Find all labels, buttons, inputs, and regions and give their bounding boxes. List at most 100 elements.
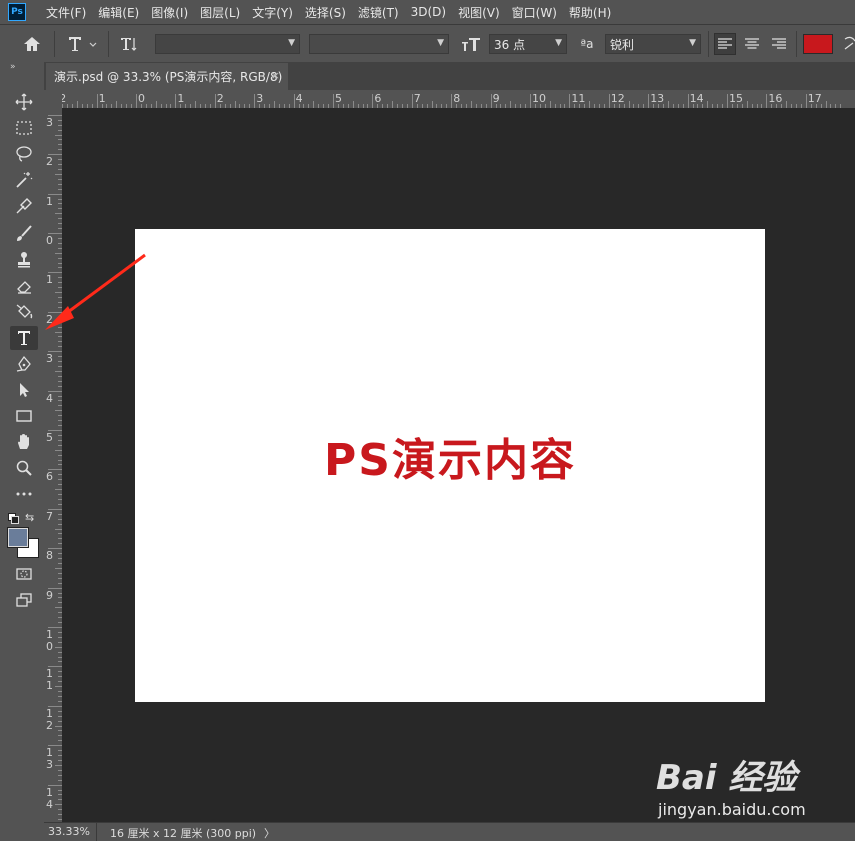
document-tab-bar: 演示.psd @ 33.3% (PS演示内容, RGB/8) × bbox=[44, 62, 855, 90]
ruler-label: 6 bbox=[46, 470, 53, 484]
ruler-tick bbox=[530, 94, 531, 108]
ruler-minor-tick bbox=[55, 804, 62, 806]
antialias-select[interactable]: 锐利 ▼ bbox=[605, 34, 701, 54]
marquee-icon[interactable] bbox=[10, 116, 38, 140]
ruler-minor-tick bbox=[628, 101, 630, 108]
ruler-label: 3 bbox=[256, 92, 264, 105]
chevron-down-icon: ▼ bbox=[555, 38, 562, 48]
ruler-minor-tick bbox=[55, 607, 62, 609]
screen-mode-icon[interactable] bbox=[10, 588, 38, 612]
ruler-label: 16 bbox=[768, 92, 783, 105]
eyedropper-icon[interactable] bbox=[10, 194, 38, 218]
menu-layer[interactable]: 图层(L) bbox=[194, 4, 246, 21]
text-orientation-icon[interactable] bbox=[116, 33, 142, 55]
ruler-label: 1 3 bbox=[46, 746, 53, 772]
ruler-tick bbox=[254, 94, 256, 108]
ruler-label: 5 bbox=[335, 92, 342, 105]
close-icon[interactable]: × bbox=[271, 69, 280, 82]
menu-image[interactable]: 图像(I) bbox=[145, 4, 194, 21]
ruler-minor-tick bbox=[707, 101, 709, 108]
swap-colors-icon[interactable]: ⇆ bbox=[25, 511, 34, 524]
brush-icon[interactable] bbox=[10, 222, 38, 246]
text-color-swatch[interactable] bbox=[803, 34, 833, 54]
warp-text-icon[interactable] bbox=[842, 33, 855, 55]
align-left-icon[interactable] bbox=[714, 33, 736, 55]
collapse-panel-icon[interactable]: » bbox=[10, 62, 16, 72]
ruler-tick bbox=[136, 94, 137, 108]
menu-view[interactable]: 视图(V) bbox=[452, 4, 506, 21]
type-tool-preset-icon[interactable] bbox=[64, 33, 102, 55]
type-icon[interactable] bbox=[10, 326, 38, 350]
font-style-select[interactable]: ▼ bbox=[309, 34, 449, 54]
pen-icon[interactable] bbox=[10, 352, 38, 376]
menu-file[interactable]: 文件(F) bbox=[40, 4, 92, 21]
ruler-tick bbox=[569, 94, 571, 108]
paint-bucket-icon[interactable] bbox=[10, 300, 38, 324]
default-colors-back bbox=[11, 516, 19, 524]
ruler-minor-tick bbox=[76, 101, 78, 108]
ruler-label: 12 bbox=[610, 92, 625, 105]
ruler-tick bbox=[333, 94, 334, 108]
ruler-minor-tick bbox=[55, 370, 62, 372]
ruler-label: 4 bbox=[295, 92, 303, 105]
photoshop-logo[interactable]: Ps bbox=[8, 3, 26, 21]
ruler-origin[interactable] bbox=[44, 90, 62, 108]
quick-mask-icon[interactable] bbox=[10, 562, 38, 586]
path-select-icon[interactable] bbox=[10, 378, 38, 402]
ruler-minor-tick bbox=[55, 410, 62, 412]
ruler-minor-tick bbox=[589, 101, 591, 108]
document-tab[interactable]: 演示.psd @ 33.3% (PS演示内容, RGB/8) × bbox=[46, 63, 288, 90]
menu-3d[interactable]: 3D(D) bbox=[405, 5, 452, 19]
ruler-label: 1 0 bbox=[46, 628, 53, 653]
zoom-icon[interactable] bbox=[10, 456, 38, 480]
hand-icon[interactable] bbox=[10, 430, 38, 454]
home-icon[interactable] bbox=[18, 33, 46, 55]
menu-type[interactable]: 文字(Y) bbox=[246, 4, 299, 21]
ruler-tick bbox=[175, 94, 177, 108]
menu-edit[interactable]: 编辑(E) bbox=[92, 4, 145, 21]
ruler-tick bbox=[214, 94, 216, 108]
menu-window[interactable]: 窗口(W) bbox=[506, 4, 563, 21]
ruler-tick bbox=[805, 94, 807, 108]
status-menu-icon[interactable]: 〉 bbox=[264, 825, 275, 841]
move-icon[interactable] bbox=[10, 90, 38, 114]
menu-help[interactable]: 帮助(H) bbox=[563, 4, 617, 21]
ruler-minor-tick bbox=[392, 101, 394, 108]
separator bbox=[708, 31, 709, 57]
vertical-ruler[interactable]: 32101234567891 01 11 21 31 4 bbox=[44, 108, 63, 822]
foreground-color-swatch[interactable] bbox=[7, 527, 29, 548]
ruler-minor-tick bbox=[234, 101, 236, 108]
eraser-icon[interactable] bbox=[10, 274, 38, 298]
font-size-input[interactable]: 36 点 ▼ bbox=[489, 34, 567, 54]
menu-select[interactable]: 选择(S) bbox=[299, 4, 352, 21]
stamp-icon[interactable] bbox=[10, 248, 38, 272]
font-family-select[interactable]: ▼ bbox=[155, 34, 300, 54]
ruler-tick bbox=[648, 94, 650, 108]
ruler-minor-tick bbox=[116, 101, 118, 108]
separator bbox=[54, 31, 55, 57]
magic-wand-icon[interactable] bbox=[10, 168, 38, 192]
ruler-tick bbox=[451, 94, 453, 108]
ruler-label: 1 bbox=[177, 92, 185, 105]
ruler-label: 1 bbox=[46, 273, 53, 287]
text-layer[interactable]: PS演示内容 bbox=[135, 424, 765, 488]
menu-bar: Ps 文件(F) 编辑(E) 图像(I) 图层(L) 文字(Y) 选择(S) 滤… bbox=[0, 0, 855, 24]
document-canvas[interactable]: PS演示内容 bbox=[135, 229, 765, 702]
zoom-level[interactable]: 33.33% bbox=[48, 825, 90, 838]
ruler-minor-tick bbox=[155, 101, 157, 108]
align-center-icon[interactable] bbox=[741, 33, 763, 55]
ruler-tick bbox=[687, 94, 689, 108]
separator bbox=[108, 31, 109, 57]
ruler-label: 2 bbox=[46, 312, 53, 326]
canvas-area[interactable]: PS演示内容 bbox=[62, 108, 855, 822]
ruler-label: 13 bbox=[650, 92, 665, 105]
horizontal-ruler[interactable]: 2101234567891011121314151617 bbox=[62, 90, 855, 109]
ruler-label: 1 1 bbox=[46, 667, 53, 693]
lasso-icon[interactable] bbox=[10, 142, 38, 166]
menu-filter[interactable]: 滤镜(T) bbox=[352, 4, 405, 21]
ruler-minor-tick bbox=[195, 101, 197, 108]
ruler-minor-tick bbox=[549, 101, 551, 108]
rectangle-icon[interactable] bbox=[10, 404, 38, 428]
more-tools-icon[interactable] bbox=[10, 482, 38, 506]
align-right-icon[interactable] bbox=[768, 33, 790, 55]
